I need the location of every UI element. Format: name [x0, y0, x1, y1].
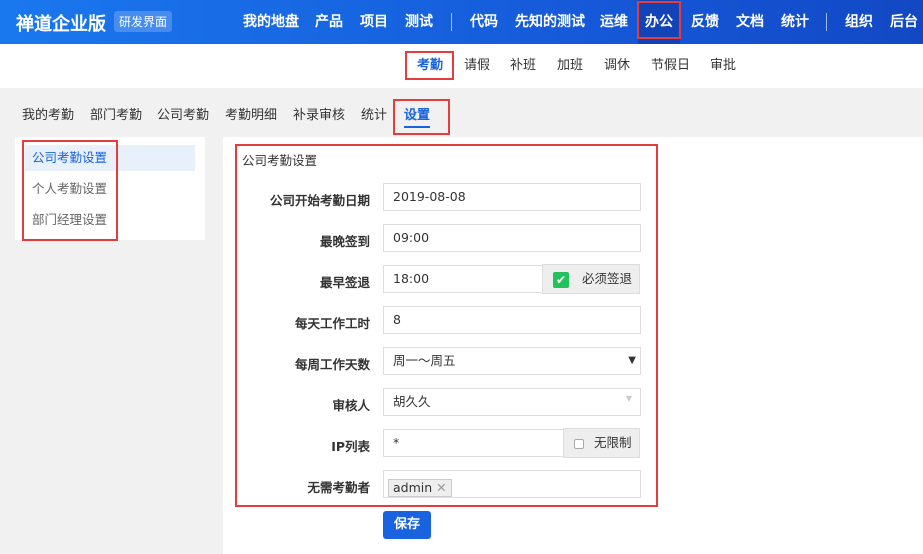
- unlimited-ip-checkbox[interactable]: 无限制: [563, 428, 640, 458]
- nav-product[interactable]: 产品: [315, 0, 343, 44]
- nav-project[interactable]: 项目: [360, 0, 388, 44]
- user-tag-label: admin: [393, 480, 433, 495]
- latest-signin-input[interactable]: 09:00: [383, 224, 641, 252]
- nav-admin[interactable]: 后台: [890, 0, 918, 44]
- daily-hours-input[interactable]: 8: [383, 306, 641, 334]
- exempt-users-input[interactable]: admin ✕: [383, 470, 641, 498]
- nav-xianzhi-test[interactable]: 先知的测试: [515, 0, 585, 44]
- weekly-days-label: 每周工作天数: [294, 357, 370, 372]
- remove-tag-icon[interactable]: ✕: [436, 480, 446, 495]
- user-tag: admin ✕: [388, 479, 452, 497]
- subnav-makeup[interactable]: 补班: [510, 44, 536, 88]
- subnav-overtime[interactable]: 加班: [557, 44, 583, 88]
- interface-badge[interactable]: 研发界面: [114, 11, 173, 32]
- nav-doc[interactable]: 文档: [736, 0, 764, 44]
- start-date-label: 公司开始考勤日期: [269, 193, 370, 208]
- checkbox-icon: [574, 438, 584, 449]
- must-signout-checkbox[interactable]: ✔ 必须签退: [542, 264, 640, 294]
- chevron-down-icon: ▼: [625, 394, 632, 403]
- brand-logo[interactable]: 禅道企业版: [16, 10, 106, 36]
- weekly-days-value: 周一～周五: [393, 353, 456, 368]
- tab-attendance-detail[interactable]: 考勤明细: [225, 104, 277, 123]
- subnav-holiday[interactable]: 节假日: [651, 44, 690, 88]
- nav-stats[interactable]: 统计: [781, 0, 809, 44]
- nav-org[interactable]: 组织: [845, 0, 873, 44]
- nav-divider: [451, 13, 452, 31]
- dropdown-arrow-icon: ▼: [628, 355, 636, 366]
- tab-company-attendance[interactable]: 公司考勤: [157, 104, 209, 123]
- nav-code[interactable]: 代码: [470, 0, 498, 44]
- highlight-box: [393, 99, 450, 135]
- subnav-leave[interactable]: 请假: [464, 44, 490, 88]
- highlight-box: [637, 1, 681, 39]
- tab-stats[interactable]: 统计: [361, 104, 387, 123]
- reviewer-select[interactable]: 胡久久 ▼: [383, 388, 641, 416]
- tab-dept-attendance[interactable]: 部门考勤: [90, 104, 142, 123]
- save-button[interactable]: 保存: [383, 511, 431, 539]
- latest-signin-label: 最晚签到: [319, 234, 370, 249]
- daily-hours-label: 每天工作工时: [294, 316, 370, 331]
- ip-list-label: IP列表: [331, 439, 370, 454]
- check-icon: ✔: [553, 271, 569, 288]
- must-signout-label: 必须签退: [581, 271, 632, 286]
- unlimited-ip-label: 无限制: [593, 435, 632, 450]
- tab-my-attendance[interactable]: 我的考勤: [22, 104, 74, 123]
- earliest-signout-label: 最早签退: [319, 275, 370, 290]
- reviewer-label: 审核人: [332, 398, 370, 413]
- sub-nav: 考勤 请假 补班 加班 调休 节假日 审批: [0, 44, 923, 88]
- nav-divider: [826, 13, 827, 31]
- subnav-approval[interactable]: 审批: [710, 44, 736, 88]
- tab-makeup-review[interactable]: 补录审核: [293, 104, 345, 123]
- nav-my[interactable]: 我的地盘: [243, 0, 299, 44]
- earliest-signout-input[interactable]: 18:00: [383, 265, 543, 293]
- ip-list-input[interactable]: *: [383, 429, 564, 457]
- reviewer-value: 胡久久: [393, 394, 431, 409]
- nav-ops[interactable]: 运维: [600, 0, 628, 44]
- nav-test[interactable]: 测试: [405, 0, 433, 44]
- exempt-label: 无需考勤者: [307, 480, 370, 495]
- highlight-box: [405, 51, 454, 80]
- start-date-input[interactable]: 2019-08-08: [383, 183, 641, 211]
- nav-feedback[interactable]: 反馈: [691, 0, 719, 44]
- weekly-days-select[interactable]: 周一～周五 ▼: [383, 347, 641, 375]
- top-header: 禅道企业版 研发界面 我的地盘 产品 项目 测试 代码 先知的测试 运维 办公 …: [0, 0, 923, 44]
- subnav-lieu[interactable]: 调休: [604, 44, 630, 88]
- highlight-box: [22, 140, 118, 241]
